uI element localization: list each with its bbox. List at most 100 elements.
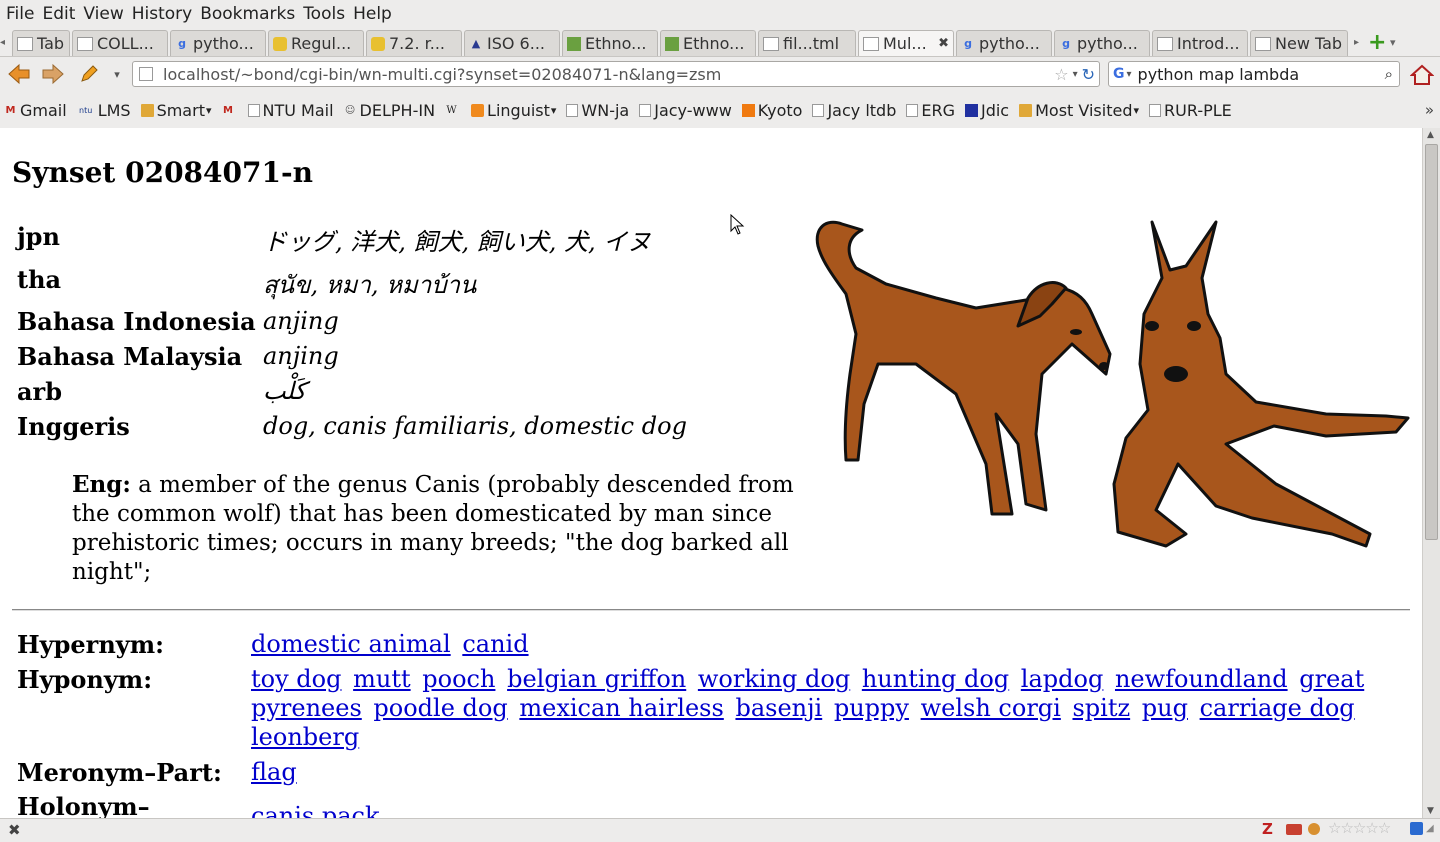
history-dropdown-icon[interactable]: ▾ [110,59,124,89]
scroll-down-icon[interactable]: ▼ [1427,806,1434,816]
tab-item[interactable]: ▲ ISO 6... [464,30,560,56]
new-tab-icon[interactable]: + [1368,30,1390,55]
tab-item[interactable]: Regul... [268,30,364,56]
google-icon[interactable]: G [1113,66,1125,82]
relation-link[interactable]: canid [462,630,528,658]
zotero-icon[interactable]: Z [1262,820,1273,838]
tab-item[interactable]: Tab [12,30,70,56]
bookmark-star-icon[interactable]: ☆ [1054,65,1068,84]
page-icon [139,67,153,81]
edit-pencil-icon[interactable] [78,59,100,89]
forward-arrow-icon[interactable] [40,59,66,89]
relation-link[interactable]: carriage dog [1200,694,1355,722]
bookmark-item[interactable]: Jacy-www [639,101,732,120]
relation-link[interactable]: toy dog [251,665,341,693]
bookmark-item[interactable]: RUR-PLE [1149,101,1232,120]
scrollbar-thumb[interactable] [1425,144,1438,540]
url-dropdown-icon[interactable]: ▾ [1073,69,1078,80]
relation-link[interactable]: pug [1142,694,1188,722]
relation-link[interactable]: basenji [735,694,822,722]
bookmarks-overflow-icon[interactable]: » [1425,101,1434,119]
bookmark-item[interactable]: ERG [906,101,955,120]
tab-item[interactable]: Introd... [1152,30,1248,56]
tab-scroll-left-icon[interactable]: ◂ [0,37,12,48]
bookmark-item[interactable]: ntu LMS [77,101,131,120]
extension-icon[interactable] [1410,822,1423,835]
page-icon [763,36,779,51]
relation-link[interactable]: poodle dog [373,694,507,722]
relation-link[interactable]: lapdog [1021,665,1104,693]
relation-link[interactable]: working dog [698,665,850,693]
language-words: anjing [263,342,339,370]
tab-label: Ethno... [585,34,647,53]
menu-view[interactable]: View [83,4,123,24]
keep-icon[interactable] [1286,824,1302,835]
bookmark-item[interactable]: M [222,104,238,117]
relation-link[interactable]: mutt [353,665,411,693]
tab-item[interactable]: 7.2. r... [366,30,462,56]
bookmark-item[interactable]: ☺ DELPH-IN [344,101,435,120]
menu-history[interactable]: History [132,4,192,24]
page-title: Synset 02084071-n [12,156,313,189]
search-engine-dropdown-icon[interactable]: ▾ [1127,69,1132,80]
menu-tools[interactable]: Tools [303,4,345,24]
dropdown-icon: ▾ [205,103,212,117]
close-findbar-icon[interactable]: ✖ [8,821,21,839]
resize-grip-icon[interactable]: ◢ [1426,823,1434,834]
bookmark-item[interactable]: NTU Mail [247,101,334,120]
relation-link[interactable]: flag [251,758,297,786]
close-tab-icon[interactable]: ✖ [938,36,949,51]
vertical-scrollbar[interactable]: ▲ ▼ [1422,128,1440,818]
wikipedia-icon: W [446,104,457,116]
relation-link[interactable]: canis pack [251,802,379,818]
tab-item[interactable]: Ethno... [562,30,658,56]
search-icon[interactable]: ⌕ [1385,65,1393,83]
bookmark-item[interactable]: Most Visited ▾ [1019,101,1139,120]
reload-icon[interactable]: ↻ [1082,65,1095,84]
bookmark-item[interactable]: Kyoto [741,101,802,120]
bookmark-item[interactable]: Jdic [964,101,1009,120]
relation-link[interactable]: puppy [834,694,909,722]
menu-help[interactable]: Help [353,4,392,24]
home-icon[interactable] [1408,62,1436,88]
tab-item[interactable]: COLL... [72,30,168,56]
bookmark-item[interactable]: W [445,104,461,117]
relation-link[interactable]: welsh corgi [921,694,1061,722]
page-icon [1255,36,1271,51]
menu-bookmarks[interactable]: Bookmarks [200,4,295,24]
bookmark-item[interactable]: Linguist ▾ [471,101,556,120]
tab-item[interactable]: Ethno... [660,30,756,56]
tab-item[interactable]: g pytho... [956,30,1052,56]
relation-link[interactable]: pooch [422,665,495,693]
tab-item[interactable]: Mul... ✖ [858,30,954,56]
back-arrow-icon[interactable] [6,59,32,89]
bookmark-item[interactable]: WN-ja [566,101,629,120]
tab-item[interactable]: fil...tml [758,30,856,56]
address-bar[interactable]: localhost/~bond/cgi-bin/wn-multi.cgi?syn… [132,61,1100,87]
bookmark-label: RUR-PLE [1164,100,1232,120]
relation-link[interactable]: leonberg [251,723,359,751]
scroll-up-icon[interactable]: ▲ [1427,130,1434,140]
tab-item[interactable]: g pytho... [170,30,266,56]
search-bar[interactable]: G ▾ python map lambda ⌕ [1108,61,1400,87]
relation-link[interactable]: hunting dog [862,665,1009,693]
tab-item[interactable]: New Tab [1250,30,1348,56]
search-input[interactable]: python map lambda [1138,65,1385,84]
relation-link[interactable]: domestic animal [251,630,451,658]
tab-item[interactable]: g pytho... [1054,30,1150,56]
relation-link[interactable]: belgian griffon [507,665,686,693]
menu-edit[interactable]: Edit [42,4,75,24]
addon-icon[interactable] [1308,823,1320,835]
language-name: jpn [17,222,60,251]
menu-file[interactable]: File [6,4,34,24]
tab-scroll-right-icon[interactable]: ▸ [1354,37,1368,48]
bookmark-item[interactable]: M Gmail [4,101,67,120]
relation-link[interactable]: spitz [1072,694,1130,722]
relation-link[interactable]: mexican hairless [519,694,723,722]
rating-stars-icon[interactable]: ☆☆☆☆☆ [1328,819,1391,837]
tab-list-icon[interactable]: ▾ [1390,36,1406,49]
bookmark-item[interactable]: Jacy ltdb [812,101,896,120]
bookmark-item[interactable]: Smart ▾ [140,101,212,120]
relation-link[interactable]: newfoundland [1115,665,1288,693]
url-text[interactable]: localhost/~bond/cgi-bin/wn-multi.cgi?syn… [163,65,1054,84]
